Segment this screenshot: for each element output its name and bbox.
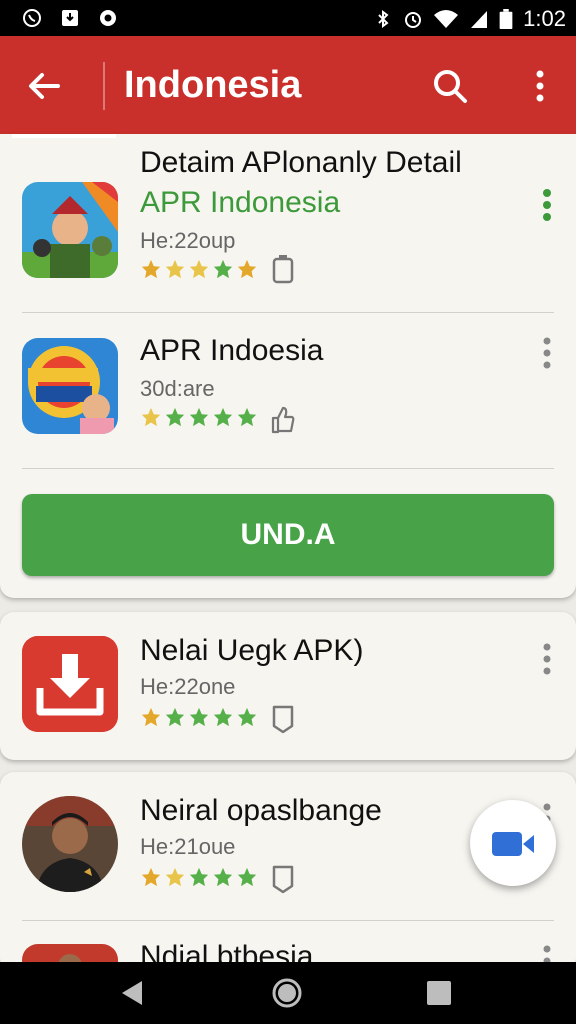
- install-button[interactable]: UND.A: [22, 494, 554, 576]
- app-subtitle: 30d:are: [140, 376, 215, 401]
- video-call-fab[interactable]: [470, 800, 556, 886]
- download-box-icon: [62, 10, 78, 26]
- star-icon: [237, 707, 257, 727]
- star-icon: [189, 867, 209, 887]
- star-icon: [213, 259, 233, 279]
- star-icon: [141, 259, 161, 279]
- item-overflow-icon[interactable]: [542, 642, 552, 676]
- star-icon: [141, 867, 161, 887]
- download-app-icon[interactable]: [22, 636, 118, 732]
- star-icon: [213, 867, 233, 887]
- item-overflow-icon[interactable]: [542, 188, 552, 222]
- bomb-jam-uadn-app-icon[interactable]: [22, 338, 118, 434]
- rating-stars: [140, 406, 258, 428]
- star-icon: [141, 707, 161, 727]
- list-divider: [22, 312, 554, 313]
- app-subtitle: He:21oue: [140, 834, 236, 859]
- video-camera-icon: [492, 832, 534, 856]
- star-icon: [237, 407, 257, 427]
- app-title[interactable]: APR Indoesia: [140, 334, 323, 368]
- star-icon: [165, 867, 185, 887]
- app-card-group: Detaim APlonanly Detail APR Indonesia He…: [0, 134, 576, 598]
- cartoon-soldier-app-icon[interactable]: [22, 182, 118, 278]
- back-arrow-icon[interactable]: [24, 66, 64, 106]
- bluetooth-icon: [378, 10, 389, 28]
- star-icon: [189, 259, 209, 279]
- app-title[interactable]: Neiral opaslbange: [140, 794, 382, 828]
- battery-icon: [499, 9, 513, 29]
- nav-home-icon[interactable]: [271, 977, 303, 1009]
- star-icon: [165, 259, 185, 279]
- app-subtitle: He:22one: [140, 674, 236, 699]
- page-title: Indonesia: [124, 64, 302, 106]
- system-nav-bar: [0, 962, 576, 1024]
- rating-stars: [140, 706, 258, 728]
- list-divider: [22, 468, 554, 469]
- thumbs-up-outline-icon: [271, 406, 295, 434]
- detail-heading: Detaim APlonanly Detail: [140, 146, 462, 179]
- more-vert-icon[interactable]: [526, 66, 554, 106]
- tab-indicator: [12, 134, 116, 138]
- app-subtitle: He:22oup: [140, 228, 236, 253]
- star-icon: [189, 707, 209, 727]
- app-card: Nelai Uegk APK) He:22one: [0, 612, 576, 760]
- signal-icon: [471, 11, 488, 28]
- tag-outline-icon: [272, 865, 294, 894]
- star-icon: [189, 407, 209, 427]
- alarm-icon: [405, 12, 422, 28]
- list-divider: [22, 920, 554, 921]
- person-avatar-icon[interactable]: [22, 796, 118, 892]
- wifi-icon: [434, 10, 459, 28]
- messenger-icon: [100, 10, 116, 26]
- clock: 1:02: [523, 6, 566, 31]
- star-icon: [237, 867, 257, 887]
- star-icon: [213, 407, 233, 427]
- star-icon: [165, 707, 185, 727]
- item-overflow-icon[interactable]: [542, 336, 552, 370]
- status-bar: 1:02: [0, 0, 576, 36]
- whatsapp-icon: [23, 9, 41, 27]
- rating-stars: [140, 866, 258, 888]
- app-bar: Indonesia: [0, 36, 576, 136]
- search-icon[interactable]: [430, 66, 470, 106]
- app-title[interactable]: Nelai Uegk APK): [140, 634, 363, 668]
- tag-outline-icon: [272, 705, 294, 734]
- nav-back-icon[interactable]: [118, 978, 148, 1008]
- rating-stars: [140, 258, 258, 280]
- app-title[interactable]: APR Indonesia: [140, 186, 340, 220]
- app-bar-divider: [103, 62, 105, 110]
- star-icon: [165, 407, 185, 427]
- nav-recents-icon[interactable]: [426, 980, 452, 1006]
- battery-outline-icon: [272, 255, 294, 284]
- star-icon: [213, 707, 233, 727]
- star-icon: [141, 407, 161, 427]
- star-icon: [237, 259, 257, 279]
